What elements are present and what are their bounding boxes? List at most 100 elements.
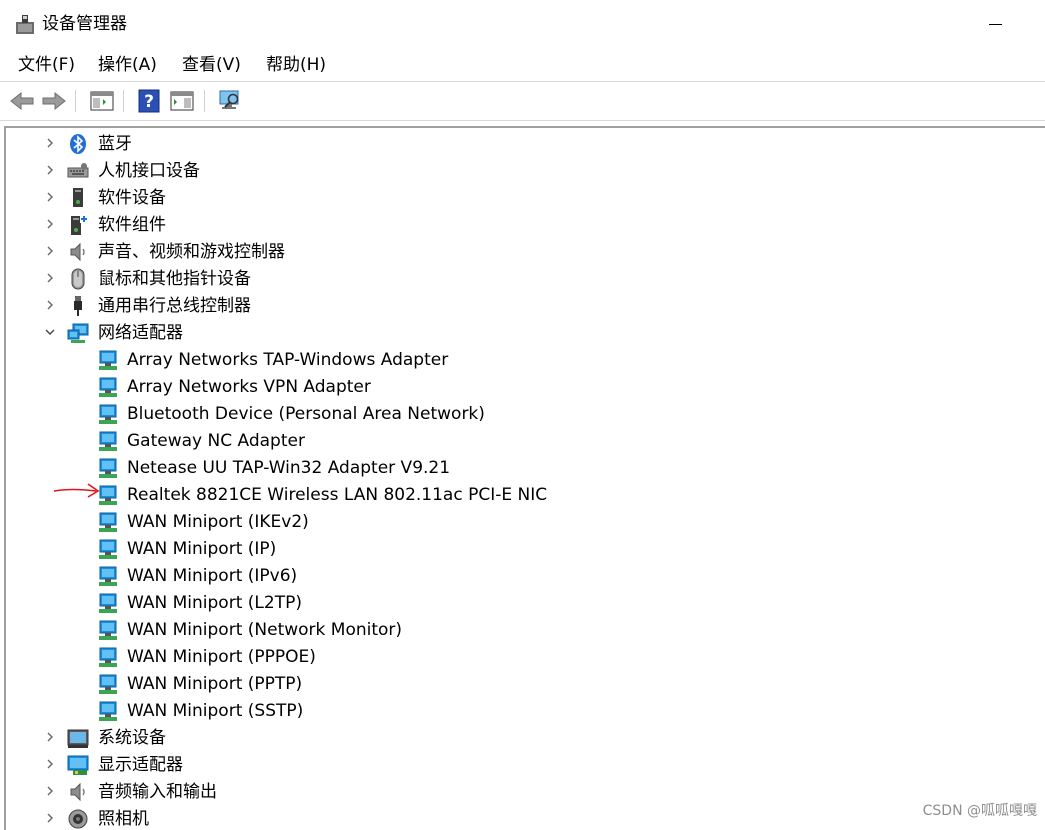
chevron-down-icon[interactable] — [45, 327, 55, 337]
network-adapter-label: WAN Miniport (L2TP) — [127, 593, 302, 613]
tree-node-audio-inputs-outputs[interactable]: 音频输入和输出 — [6, 779, 906, 806]
tree-node-sound-video-game-controllers[interactable]: 声音、视频和游戏控制器 — [6, 239, 906, 266]
back-button[interactable] — [8, 87, 36, 115]
chevron-right-icon[interactable] — [45, 732, 55, 742]
tree-node-usb-controllers[interactable]: 通用串行总线控制器 — [6, 293, 906, 320]
camera-icon — [68, 809, 88, 829]
network-adapter-icon — [99, 539, 117, 559]
network-adapter-icon — [99, 674, 117, 694]
human-interface-device-icon — [67, 163, 89, 178]
network-adapter-label: WAN Miniport (IP) — [127, 539, 277, 559]
tree-node-bluetooth[interactable]: 蓝牙 — [6, 131, 906, 158]
tree-node-human-interface-devices[interactable]: 人机接口设备 — [6, 158, 906, 185]
network-adapter-item[interactable]: WAN Miniport (L2TP) — [6, 590, 906, 617]
usb-icon — [74, 296, 82, 316]
scan-hardware-changes-button[interactable] — [216, 87, 244, 115]
forward-arrow-icon — [42, 91, 66, 111]
forward-button[interactable] — [40, 87, 68, 115]
minimize-button[interactable] — [983, 10, 1009, 36]
network-adapter-item[interactable]: Array Networks VPN Adapter — [6, 374, 906, 401]
software-component-icon — [71, 215, 88, 235]
network-adapter-icon — [99, 620, 117, 640]
menu-view[interactable]: 查看(V) — [181, 54, 242, 76]
speaker-icon — [70, 242, 85, 262]
chevron-right-icon[interactable] — [45, 273, 55, 283]
toolbar-separator — [123, 90, 124, 112]
device-tree: 蓝牙 人机接口设备 软件设备 软件组件 声音、视频和游戏控制器 鼠标和其他指针设… — [4, 126, 1045, 830]
tree-node-software-devices[interactable]: 软件设备 — [6, 185, 906, 212]
network-adapter-icon — [99, 701, 117, 721]
network-adapter-item[interactable]: WAN Miniport (IP) — [6, 536, 906, 563]
tree-node-label: 蓝牙 — [98, 134, 132, 154]
network-adapter-item[interactable]: WAN Miniport (SSTP) — [6, 698, 906, 725]
network-adapter-item[interactable]: Realtek 8821CE Wireless LAN 802.11ac PCI… — [6, 482, 906, 509]
network-adapter-icon — [67, 323, 89, 343]
chevron-right-icon[interactable] — [45, 219, 55, 229]
help-icon: ? — [138, 89, 160, 113]
network-adapter-icon — [99, 566, 117, 586]
chevron-right-icon[interactable] — [45, 138, 55, 148]
network-adapter-item[interactable]: WAN Miniport (IKEv2) — [6, 509, 906, 536]
chevron-right-icon[interactable] — [45, 759, 55, 769]
tree-node-label: 显示适配器 — [98, 755, 183, 775]
network-adapter-icon — [99, 593, 117, 613]
network-adapter-label: Netease UU TAP-Win32 Adapter V9.21 — [127, 458, 451, 478]
toolbar-separator — [75, 90, 76, 112]
show-hide-console-tree-icon — [90, 91, 114, 111]
network-adapter-item[interactable]: Bluetooth Device (Personal Area Network) — [6, 401, 906, 428]
network-adapter-item[interactable]: Array Networks TAP-Windows Adapter — [6, 347, 906, 374]
action-pane-icon — [170, 91, 194, 111]
network-adapter-item[interactable]: Gateway NC Adapter — [6, 428, 906, 455]
network-adapter-label: WAN Miniport (IPv6) — [127, 566, 298, 586]
system-device-icon — [67, 729, 89, 748]
toolbar-divider — [0, 120, 1045, 121]
network-adapter-label: WAN Miniport (Network Monitor) — [127, 620, 403, 640]
tree-node-software-components[interactable]: 软件组件 — [6, 212, 906, 239]
chevron-right-icon[interactable] — [45, 300, 55, 310]
network-adapter-item[interactable]: WAN Miniport (PPTP) — [6, 671, 906, 698]
tree-node-label: 声音、视频和游戏控制器 — [98, 242, 285, 262]
toolbar-separator — [204, 90, 205, 112]
network-adapter-item[interactable]: WAN Miniport (IPv6) — [6, 563, 906, 590]
tree-node-label: 系统设备 — [98, 728, 166, 748]
network-adapter-icon — [99, 431, 117, 451]
network-adapter-label: Bluetooth Device (Personal Area Network) — [127, 404, 485, 424]
back-arrow-icon — [10, 91, 34, 111]
show-hide-console-tree-button[interactable] — [88, 87, 116, 115]
toolbar: ? — [0, 82, 1045, 120]
menu-file[interactable]: 文件(F) — [17, 54, 76, 76]
network-adapter-icon — [99, 647, 117, 667]
network-adapter-label: WAN Miniport (PPPOE) — [127, 647, 316, 667]
window-title: 设备管理器 — [42, 14, 127, 34]
tree-node-label: 鼠标和其他指针设备 — [98, 269, 251, 289]
menu-bar: 文件(F) 操作(A) 查看(V) 帮助(H) — [0, 50, 1045, 80]
tree-node-mice-pointing-devices[interactable]: 鼠标和其他指针设备 — [6, 266, 906, 293]
help-button[interactable]: ? — [135, 87, 163, 115]
tree-node-cameras[interactable]: 照相机 — [6, 806, 906, 830]
network-adapter-label: WAN Miniport (PPTP) — [127, 674, 303, 694]
tree-node-label: 网络适配器 — [98, 323, 183, 343]
bluetooth-icon — [70, 134, 86, 154]
network-adapter-label: Realtek 8821CE Wireless LAN 802.11ac PCI… — [127, 485, 548, 505]
network-adapter-icon — [99, 404, 117, 424]
tree-node-label: 音频输入和输出 — [98, 782, 217, 802]
chevron-right-icon[interactable] — [45, 786, 55, 796]
tree-node-label: 软件设备 — [98, 188, 166, 208]
tree-node-network-adapters[interactable]: 网络适配器 — [6, 320, 906, 347]
network-adapter-item[interactable]: WAN Miniport (PPPOE) — [6, 644, 906, 671]
tree-node-system-devices[interactable]: 系统设备 — [6, 725, 906, 752]
network-adapter-label: Array Networks VPN Adapter — [127, 377, 371, 397]
chevron-right-icon[interactable] — [45, 165, 55, 175]
title-bar: 设备管理器 — [0, 0, 1045, 48]
chevron-right-icon[interactable] — [45, 192, 55, 202]
network-adapter-item[interactable]: WAN Miniport (Network Monitor) — [6, 617, 906, 644]
display-adapter-icon — [67, 755, 89, 775]
software-device-icon — [73, 188, 83, 207]
chevron-right-icon[interactable] — [45, 813, 55, 823]
action-pane-button[interactable] — [168, 87, 196, 115]
network-adapter-item[interactable]: Netease UU TAP-Win32 Adapter V9.21 — [6, 455, 906, 482]
chevron-right-icon[interactable] — [45, 246, 55, 256]
tree-node-display-adapters[interactable]: 显示适配器 — [6, 752, 906, 779]
menu-help[interactable]: 帮助(H) — [265, 54, 327, 76]
menu-action[interactable]: 操作(A) — [97, 54, 158, 76]
